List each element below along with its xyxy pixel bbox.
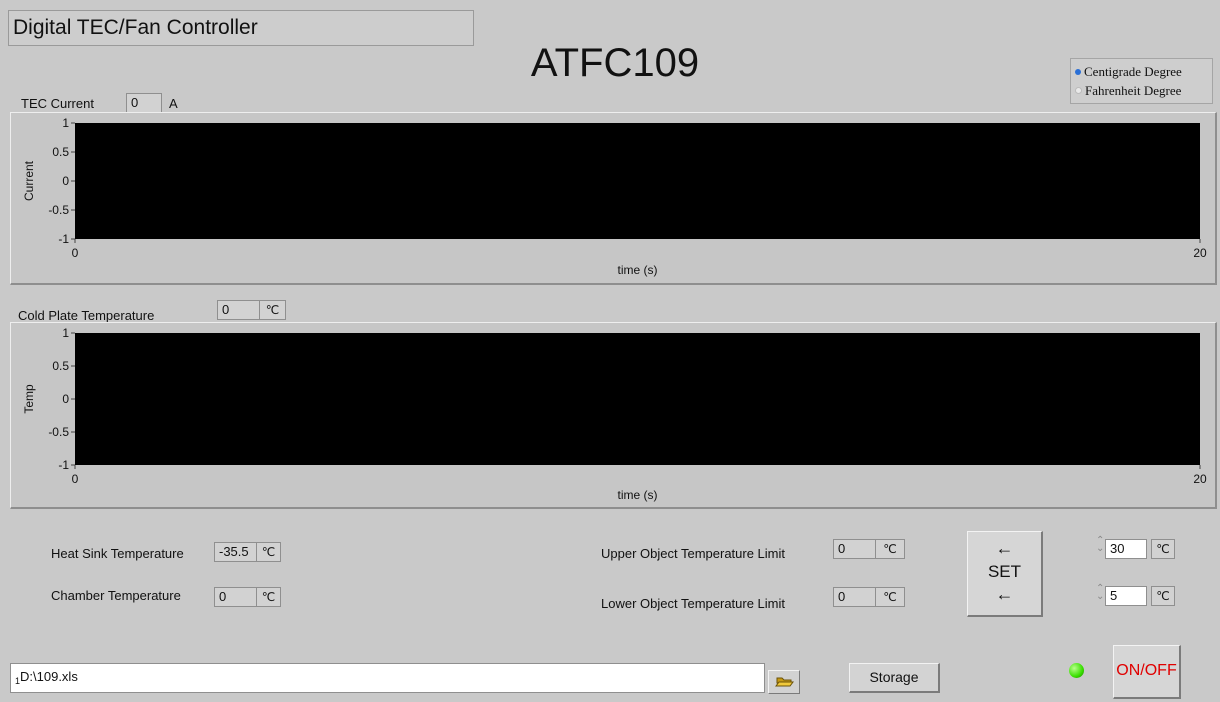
plot-area [75,333,1200,465]
set-button-label: SET [987,562,1022,581]
chamber-unit: ℃ [256,587,281,607]
tec-current-value: 0 [126,93,162,113]
upper-setpoint-unit: ℃ [1151,539,1175,559]
lower-limit-label: Lower Object Temperature Limit [601,596,786,611]
heat-sink-label: Heat Sink Temperature [51,546,184,561]
tec-current-unit: A [169,96,178,111]
y-tick-label: 0 [62,392,69,406]
y-tick-label: 0.5 [52,359,69,373]
folder-open-icon [775,677,794,687]
y-tick-label: -1 [58,458,69,472]
y-tick-label: -1 [58,232,69,246]
cold-plate-label: Cold Plate Temperature [18,308,155,323]
lower-setpoint-spinner[interactable]: ⌃ ⌄ [1096,584,1104,602]
radio-centigrade[interactable]: Centigrade Degree [1075,62,1210,81]
lower-limit-unit: ℃ [875,587,905,607]
set-button[interactable]: ← SET ← [967,531,1043,617]
status-led-indicator [1069,663,1084,678]
lower-setpoint-unit: ℃ [1151,586,1175,606]
y-tick-label: 1 [62,116,69,130]
chamber-value: 0 [214,587,257,607]
cold-plate-unit: ℃ [259,300,286,320]
y-axis-title: Temp [22,384,36,414]
y-tick-label: 0 [62,174,69,188]
radio-selected-icon[interactable] [1075,68,1081,75]
browse-button[interactable] [768,670,800,694]
plot-area [75,123,1200,239]
storage-button[interactable]: Storage [849,663,940,693]
radio-fahrenheit[interactable]: Fahrenheit Degree [1075,81,1210,100]
upper-limit-label: Upper Object Temperature Limit [601,546,786,561]
y-tick-label: 0.5 [52,145,69,159]
upper-setpoint-spinner[interactable]: ⌃ ⌄ [1096,536,1104,554]
x-tick-label: 0 [72,472,79,486]
power-toggle-button[interactable]: ON/OFF [1113,645,1181,699]
cold-plate-value: 0 [217,300,260,320]
file-path-input[interactable]: 1D:\109.xls [10,663,765,693]
left-arrow-icon: ← [995,538,1014,558]
temperature-unit-radio-group[interactable]: Centigrade Degree Fahrenheit Degree [1070,58,1213,104]
y-axis-title: Current [22,160,36,201]
y-tick-label: -0.5 [48,425,69,439]
y-tick-label: 1 [62,326,69,340]
x-axis-title: time (s) [618,488,658,502]
upper-limit-value: 0 [833,539,876,559]
app-title: Digital TEC/Fan Controller [8,10,474,46]
radio-centigrade-label: Centigrade Degree [1084,63,1182,79]
radio-unselected-icon[interactable] [1075,87,1082,94]
upper-limit-unit: ℃ [875,539,905,559]
x-axis-title: time (s) [618,263,658,277]
x-tick-label: 0 [72,246,79,260]
current-chart: 10.50-0.5-10 20time (s)Current [22,116,1207,277]
x-tick-label: 20 [1193,246,1207,260]
lower-limit-value: 0 [833,587,876,607]
temp-chart-panel: 1 0.5 0 -0.5 -1 0 20 time (s) Temp [10,322,1217,509]
x-tick-label: 20 [1193,472,1207,486]
radio-fahrenheit-label: Fahrenheit Degree [1085,82,1182,98]
upper-setpoint-input[interactable]: 30 [1105,539,1147,559]
heat-sink-value: -35.5 [214,542,257,562]
y-tick-label: -0.5 [48,203,69,217]
decrement-icon[interactable]: ⌄ [1096,544,1104,554]
tec-current-label: TEC Current [21,96,94,111]
left-arrow-icon: ← [995,584,1014,604]
lower-setpoint-input[interactable]: 5 [1105,586,1147,606]
decrement-icon[interactable]: ⌄ [1096,592,1104,602]
chamber-label: Chamber Temperature [51,588,181,603]
temp-chart: 10.50-0.5-10 20time (s)Temp [22,326,1207,502]
model-title: ATFC109 [530,41,700,85]
current-chart-panel: 1 0.5 0 -0.5 -1 0 20 time (s) Current [10,112,1217,285]
file-path-text: D:\109.xls [20,669,78,684]
heat-sink-unit: ℃ [256,542,281,562]
